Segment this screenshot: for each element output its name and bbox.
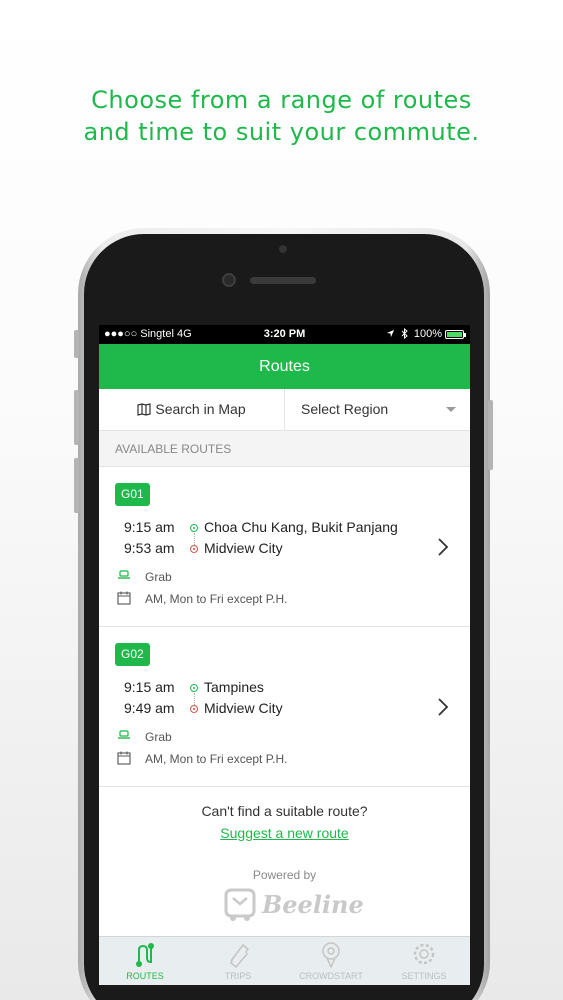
route-card-g02[interactable]: G02 9:15 am Tampines 9:49 am Midview Cit… bbox=[99, 627, 470, 787]
tab-settings-label: SETTINGS bbox=[401, 971, 447, 981]
tab-settings[interactable]: SETTINGS bbox=[378, 937, 470, 985]
status-bar: ●●●○○ Singtel 4G 3:20 PM 100% bbox=[99, 325, 470, 344]
battery-icon bbox=[445, 330, 466, 339]
destination-marker-icon bbox=[190, 705, 198, 713]
bus-icon bbox=[118, 570, 130, 579]
destination-time: 9:53 am bbox=[124, 540, 175, 556]
bluetooth-icon bbox=[401, 327, 408, 340]
tab-trips[interactable]: TRIPS bbox=[192, 937, 284, 985]
schedule-text: AM, Mon to Fri except P.H. bbox=[145, 592, 288, 606]
tab-crowdstart-label: CROWDSTART bbox=[299, 971, 363, 981]
available-routes-header: AVAILABLE ROUTES bbox=[99, 431, 470, 467]
search-in-map-label: Search in Map bbox=[155, 401, 246, 417]
tab-bar: ROUTES TRIPS CROWDSTART SETTINGS bbox=[99, 936, 470, 985]
select-region-label: Select Region bbox=[301, 401, 389, 417]
origin-time: 9:15 am bbox=[124, 679, 175, 695]
origin-marker-icon bbox=[190, 524, 198, 532]
marketing-headline: Choose from a range of routes and time t… bbox=[0, 84, 563, 148]
bus-icon bbox=[118, 730, 130, 739]
search-in-map-button[interactable]: Search in Map bbox=[99, 389, 285, 430]
select-region-dropdown[interactable]: Select Region bbox=[286, 389, 470, 430]
proximity-sensor bbox=[279, 245, 287, 253]
destination-name: Midview City bbox=[204, 700, 283, 716]
tab-routes-label: ROUTES bbox=[126, 971, 164, 981]
page-title: Routes bbox=[259, 358, 310, 375]
route-connector bbox=[193, 693, 195, 705]
gear-icon bbox=[413, 943, 435, 965]
origin-name: Tampines bbox=[204, 679, 264, 695]
location-arrow-icon bbox=[386, 329, 394, 338]
chevron-right-icon bbox=[438, 538, 449, 556]
route-icon bbox=[136, 943, 154, 967]
power-button bbox=[488, 400, 493, 470]
route-code-badge: G02 bbox=[115, 643, 150, 666]
tab-trips-label: TRIPS bbox=[224, 971, 252, 981]
front-camera bbox=[222, 273, 236, 287]
route-card-g01[interactable]: G01 9:15 am Choa Chu Kang, Bukit Panjang… bbox=[99, 467, 470, 627]
battery-fill bbox=[447, 332, 462, 337]
app-screen: ●●●○○ Singtel 4G 3:20 PM 100% Routes Sea… bbox=[99, 325, 470, 985]
bus-logo-icon bbox=[224, 888, 256, 921]
route-code-badge: G01 bbox=[115, 483, 150, 506]
earpiece-speaker bbox=[250, 277, 316, 284]
tab-crowdstart[interactable]: CROWDSTART bbox=[285, 937, 377, 985]
chevron-right-icon bbox=[438, 698, 449, 716]
chevron-down-icon bbox=[446, 407, 456, 412]
filter-bar: Search in Map Select Region bbox=[99, 389, 470, 431]
origin-marker-icon bbox=[190, 684, 198, 692]
route-connector bbox=[193, 533, 195, 545]
suggest-route-link[interactable]: Suggest a new route bbox=[99, 825, 470, 841]
volume-down-button bbox=[74, 458, 79, 513]
crowdstart-pin-icon bbox=[322, 942, 340, 969]
volume-up-button bbox=[74, 390, 79, 445]
map-icon bbox=[137, 403, 151, 416]
brand-name: Beeline bbox=[262, 890, 364, 919]
ticket-icon bbox=[229, 943, 250, 969]
headline-line-2: and time to suit your commute. bbox=[83, 118, 480, 146]
destination-name: Midview City bbox=[204, 540, 283, 556]
calendar-icon bbox=[117, 751, 131, 765]
nav-bar: Routes bbox=[99, 344, 470, 389]
operator-name: Grab bbox=[145, 570, 172, 584]
headline-line-1: Choose from a range of routes bbox=[91, 86, 472, 114]
battery-percent: 100% bbox=[413, 328, 442, 340]
destination-marker-icon bbox=[190, 545, 198, 553]
operator-name: Grab bbox=[145, 730, 172, 744]
powered-by-label: Powered by bbox=[252, 868, 317, 882]
status-right: 100% bbox=[386, 325, 442, 344]
beeline-logo: Beeline bbox=[224, 888, 364, 924]
origin-time: 9:15 am bbox=[124, 519, 175, 535]
calendar-icon bbox=[117, 591, 131, 605]
mute-switch bbox=[74, 330, 79, 358]
tab-routes[interactable]: ROUTES bbox=[99, 937, 191, 985]
suggest-route-prompt: Can't find a suitable route? bbox=[201, 803, 368, 819]
destination-time: 9:49 am bbox=[124, 700, 175, 716]
origin-name: Choa Chu Kang, Bukit Panjang bbox=[204, 519, 398, 535]
schedule-text: AM, Mon to Fri except P.H. bbox=[145, 752, 288, 766]
